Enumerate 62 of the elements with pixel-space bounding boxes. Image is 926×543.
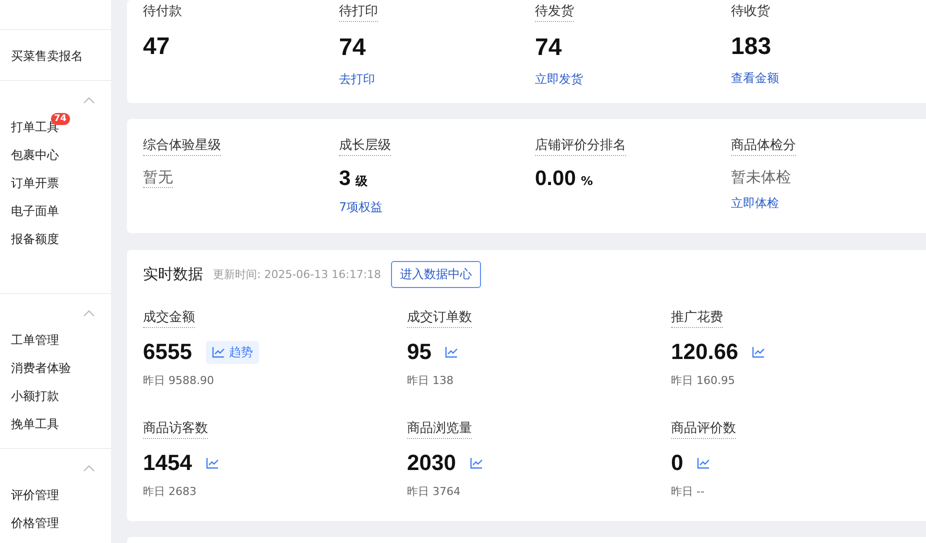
yesterday-value: 昨日 138 <box>407 373 454 388</box>
action-link[interactable]: 立即体检 <box>731 195 779 212</box>
stat-value: 74 <box>535 34 563 62</box>
action-link[interactable]: 7项权益 <box>339 199 383 216</box>
stat-label: 待付款 <box>143 3 182 21</box>
action-link[interactable]: 立即发货 <box>535 71 583 88</box>
metric-value: 120.66 <box>671 339 738 365</box>
trend-chart-icon[interactable] <box>752 346 766 358</box>
yesterday-value: 昨日 9588.90 <box>143 373 215 388</box>
metric-label: 商品访客数 <box>143 419 208 439</box>
stat-label: 店铺评价分排名 <box>535 136 626 156</box>
metric-value: 0 <box>671 450 684 476</box>
metric-label: 商品评价数 <box>671 419 736 439</box>
stat-value: 47 <box>143 33 171 61</box>
update-time: 更新时间: 2025-06-13 16:17:18 <box>213 267 382 282</box>
sidebar-item[interactable]: 工单管理 <box>11 332 59 348</box>
stat-label: 成长层级 <box>339 136 391 156</box>
metric-label: 成交订单数 <box>407 308 472 328</box>
trend-chart-icon <box>212 346 225 358</box>
metric-value: 6555 <box>143 339 192 365</box>
stat-label: 综合体验星级 <box>143 136 221 156</box>
trend-chart-icon[interactable] <box>470 458 483 468</box>
stat-value: 暂无 <box>143 168 173 188</box>
data-center-button[interactable]: 进入数据中心 <box>391 261 482 288</box>
stat-label: 待发货 <box>535 2 574 22</box>
action-link[interactable]: 去打印 <box>339 71 375 88</box>
metric-value: 2030 <box>407 450 456 476</box>
stat-value: 74 <box>339 34 367 62</box>
metric-label: 推广花费 <box>671 308 723 328</box>
trend-chart-icon[interactable] <box>445 346 458 358</box>
metric-value: 95 <box>407 339 432 365</box>
action-link[interactable]: 查看金额 <box>731 70 779 87</box>
sidebar-item[interactable]: 报备额度 <box>11 230 59 248</box>
sidebar-item[interactable]: 电子面单 <box>11 202 59 220</box>
sidebar-item[interactable]: 评价管理 <box>11 486 59 504</box>
trend-chart-icon[interactable] <box>697 458 710 468</box>
sidebar-item[interactable]: 消费者体验 <box>11 360 71 376</box>
yesterday-value: 昨日 -- <box>671 484 706 499</box>
stat-label: 商品体检分 <box>731 136 796 156</box>
unit-label: 级 <box>356 173 368 190</box>
metric-label: 商品浏览量 <box>407 419 472 439</box>
sidebar-item[interactable]: 包裹中心 <box>11 146 59 164</box>
sidebar-item[interactable]: 小额打款 <box>11 388 59 404</box>
yesterday-value: 昨日 3764 <box>407 484 462 499</box>
trend-button[interactable]: 趋势 <box>206 340 259 364</box>
stat-value: 0.00 <box>535 167 576 191</box>
sidebar-item[interactable]: 挽单工具 <box>11 416 59 432</box>
section-title: 实时数据 <box>143 265 203 284</box>
trend-chart-icon[interactable] <box>206 458 219 468</box>
metric-value: 1454 <box>143 450 192 476</box>
yesterday-value: 昨日 2683 <box>143 484 198 499</box>
metric-label: 成交金额 <box>143 308 195 328</box>
stat-label: 待打印 <box>339 2 378 22</box>
stat-label: 待收货 <box>731 3 770 21</box>
yesterday-value: 昨日 160.95 <box>671 373 736 388</box>
sidebar-item[interactable]: 订单开票 <box>11 174 59 192</box>
stat-value: 183 <box>731 33 772 61</box>
stat-value: 3 <box>339 167 351 191</box>
sidebar-item[interactable]: 买菜售卖报名 <box>11 48 83 64</box>
sidebar-item[interactable]: 价格管理 <box>11 514 59 532</box>
stat-value: 暂未体检 <box>731 168 791 187</box>
unit-label: % <box>580 174 593 188</box>
